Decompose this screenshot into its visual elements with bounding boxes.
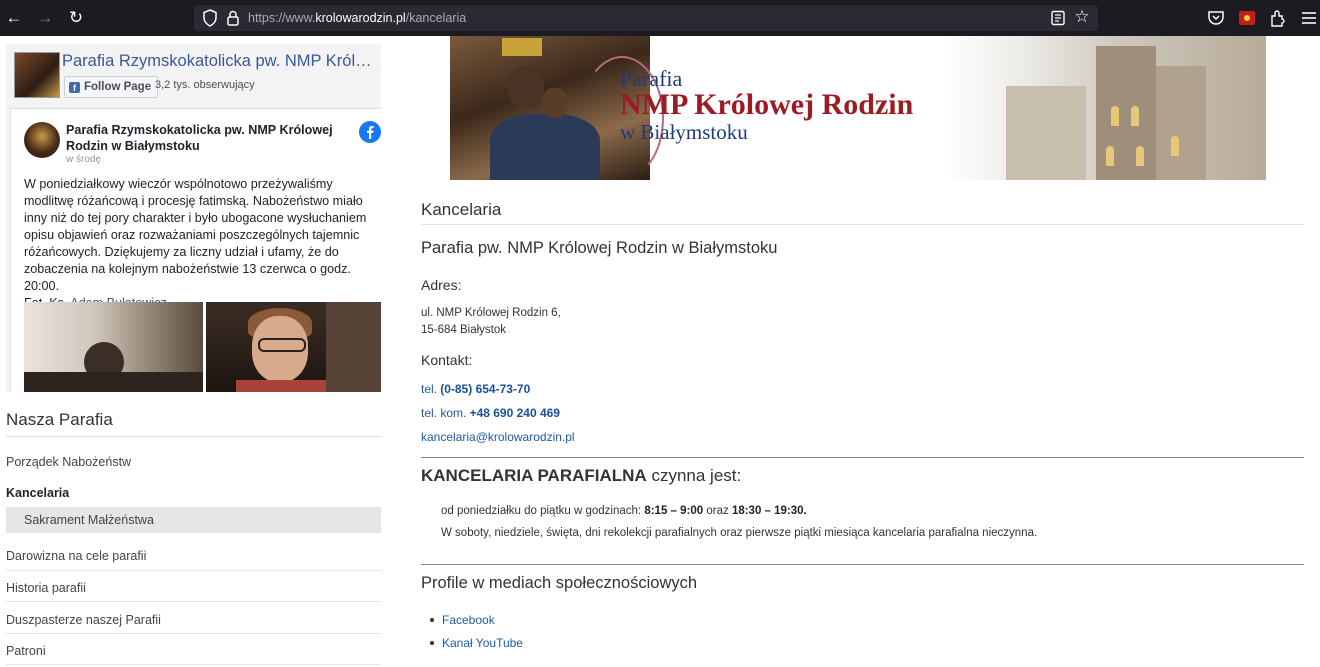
- sidebar-item-duszpasterze[interactable]: Duszpasterze naszej Parafii: [6, 613, 381, 627]
- pocket-icon[interactable]: [1206, 8, 1226, 28]
- parish-name: Parafia pw. NMP Królowej Rodzin w Białym…: [421, 239, 778, 257]
- reader-view-icon[interactable]: [1050, 10, 1066, 26]
- facebook-page-widget: Parafia Rzymskokatolicka pw. NMP Królowe…: [6, 44, 381, 392]
- sidebar-item-porzadek[interactable]: Porządek Nabożeństw: [6, 455, 381, 469]
- hours-heading-rest: czynna jest:: [651, 466, 742, 485]
- menu-icon[interactable]: [1299, 8, 1319, 28]
- forward-icon[interactable]: →: [33, 6, 57, 30]
- post-photo-2[interactable]: [206, 302, 381, 392]
- banner-line-2: NMP Królowej Rodzin: [620, 88, 914, 121]
- page-title: Kancelaria: [421, 200, 502, 219]
- hours-morning: 8:15 – 9:00: [644, 505, 704, 517]
- followers-count: 3,2 tys. obserwujący: [155, 79, 255, 91]
- sidebar-divider: [6, 436, 381, 437]
- list-bullet: [430, 618, 434, 622]
- email-link[interactable]: kancelaria@krolowarodzin.pl: [421, 430, 575, 444]
- banner-line-3: w Białymstoku: [620, 120, 748, 144]
- hours-evening: 18:30 – 19:30.: [731, 505, 807, 517]
- follow-page-label: Follow Page: [84, 81, 152, 93]
- social-heading: Profile w mediach społecznościowych: [421, 574, 698, 592]
- page-avatar[interactable]: [14, 52, 60, 98]
- address-line-1: ul. NMP Królowej Rodzin 6,: [421, 307, 561, 319]
- site-header-banner[interactable]: Parafia NMP Królowej Rodzin w Białymstok…: [450, 36, 1266, 180]
- url-path: /kancelaria: [405, 11, 467, 25]
- sidebar-item-darowizna[interactable]: Darowizna na cele parafii: [6, 549, 381, 563]
- sidebar-subitem-label: Sakrament Małżeństwa: [24, 513, 154, 527]
- shield-icon[interactable]: [202, 9, 218, 27]
- reload-icon[interactable]: ↻: [64, 6, 88, 30]
- sidebar-subitem-sakrament[interactable]: Sakrament Małżeństwa: [6, 507, 381, 533]
- bookmark-star-icon[interactable]: ☆: [1072, 7, 1092, 27]
- sidebar-item-kancelaria[interactable]: Kancelaria: [6, 486, 381, 500]
- mobile-label: tel. kom.: [421, 406, 467, 420]
- contact-heading: Kontakt:: [421, 352, 473, 368]
- sidebar-title: Nasza Parafia: [6, 410, 113, 429]
- post-author[interactable]: Parafia Rzymskokatolicka pw. NMP Królowe…: [66, 122, 346, 154]
- facebook-f-icon: f: [69, 81, 80, 93]
- fb-post: Parafia Rzymskokatolicka pw. NMP Królowe…: [10, 108, 381, 392]
- phone-value[interactable]: (0-85) 654-73-70: [440, 382, 530, 396]
- phone-row[interactable]: tel. (0-85) 654-73-70: [421, 382, 530, 396]
- extensions-puzzle-icon[interactable]: [1268, 8, 1288, 28]
- hours-prefix: od poniedziałku do piątku w godzinach:: [441, 505, 642, 517]
- title-divider: [421, 224, 1304, 225]
- list-bullet: [430, 641, 434, 645]
- phone-label: tel.: [421, 382, 438, 396]
- social-divider: [421, 564, 1304, 565]
- address-heading: Adres:: [421, 277, 462, 293]
- url-domain: krolowarodzin.pl: [315, 11, 406, 25]
- hours-divider: [421, 457, 1304, 458]
- address-line-2: 15-684 Białystok: [421, 324, 507, 336]
- fb-page-title[interactable]: Parafia Rzymskokatolicka pw. NMP Królowe…: [62, 52, 374, 71]
- hours-conjunction: oraz: [706, 505, 729, 517]
- hours-heading: KANCELARIA PARAFIALNA czynna jest:: [421, 466, 741, 486]
- hours-heading-bold: KANCELARIA PARAFIALNA: [421, 466, 647, 485]
- url-prefix: https://www.: [248, 11, 316, 25]
- back-icon[interactable]: ←: [2, 6, 26, 30]
- extension-icon[interactable]: [1237, 8, 1257, 28]
- post-body: W poniedziałkowy wieczór wspólnotowo prz…: [24, 176, 376, 312]
- sidebar-separator: [6, 633, 381, 634]
- hours-closed-note: W soboty, niedziele, święta, dni rekolek…: [441, 527, 1038, 539]
- sidebar-item-patroni[interactable]: Patroni: [6, 644, 381, 658]
- facebook-link[interactable]: Facebook: [442, 613, 495, 627]
- mobile-value[interactable]: +48 690 240 469: [470, 406, 560, 420]
- post-photo-1[interactable]: [24, 302, 203, 392]
- sidebar-separator: [6, 664, 381, 665]
- sidebar-separator: [6, 570, 381, 571]
- church-image: [946, 36, 1266, 180]
- post-avatar[interactable]: [24, 122, 60, 158]
- mobile-row[interactable]: tel. kom. +48 690 240 469: [421, 406, 560, 420]
- sidebar-separator: [6, 601, 381, 602]
- follow-page-button[interactable]: f Follow Page: [64, 76, 159, 98]
- browser-toolbar: ← → ↻ https://www.krolowarodzin.pl/kance…: [0, 0, 1320, 36]
- hours-weekdays: od poniedziałku do piątku w godzinach: 8…: [441, 505, 807, 517]
- address-bar[interactable]: https://www.krolowarodzin.pl/kancelaria …: [194, 5, 1098, 31]
- post-text: W poniedziałkowy wieczór wspólnotowo prz…: [24, 177, 367, 293]
- lock-icon[interactable]: [226, 9, 240, 27]
- post-timestamp[interactable]: w środę: [66, 154, 101, 165]
- facebook-logo-icon[interactable]: [359, 121, 381, 143]
- sidebar-item-historia[interactable]: Historia parafii: [6, 581, 381, 595]
- youtube-link[interactable]: Kanał YouTube: [442, 636, 523, 650]
- url-text[interactable]: https://www.krolowarodzin.pl/kancelaria: [248, 5, 466, 31]
